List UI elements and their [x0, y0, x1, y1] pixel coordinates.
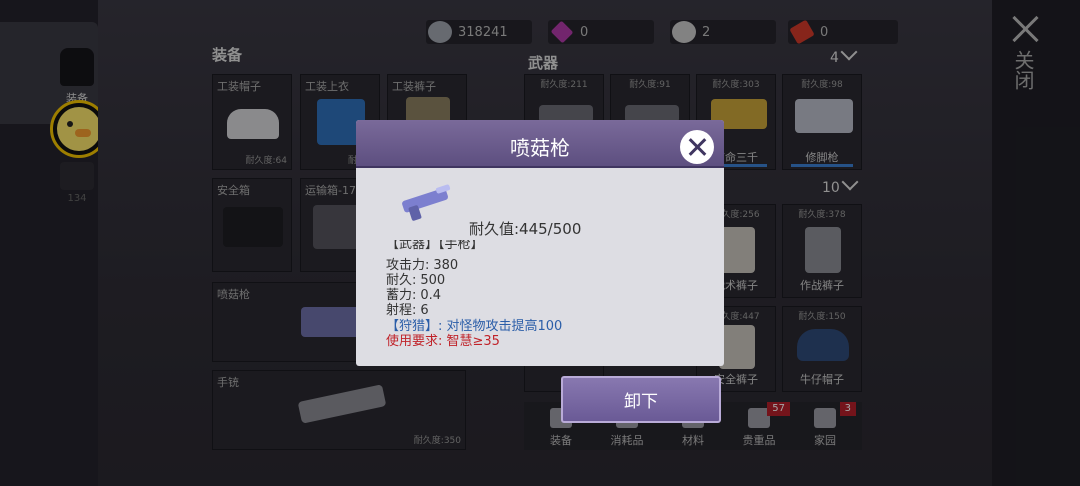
requirement-text: 使用要求: 智慧≥35	[386, 334, 500, 349]
durability-value: 耐久值:445/500	[469, 220, 582, 238]
item-detail-modal: 喷菇枪 耐久值:445/500 【武器】【手枪】 攻击力: 380 耐久: 500 …	[356, 120, 724, 366]
mushroom-gun-icon	[402, 184, 451, 221]
modal-close-button[interactable]	[680, 130, 714, 164]
unequip-button[interactable]: 卸下	[561, 376, 721, 423]
modal-header: 喷菇枪	[356, 120, 724, 168]
item-tags: 【武器】【手枪】	[386, 240, 484, 252]
modal-title: 喷菇枪	[510, 136, 570, 160]
